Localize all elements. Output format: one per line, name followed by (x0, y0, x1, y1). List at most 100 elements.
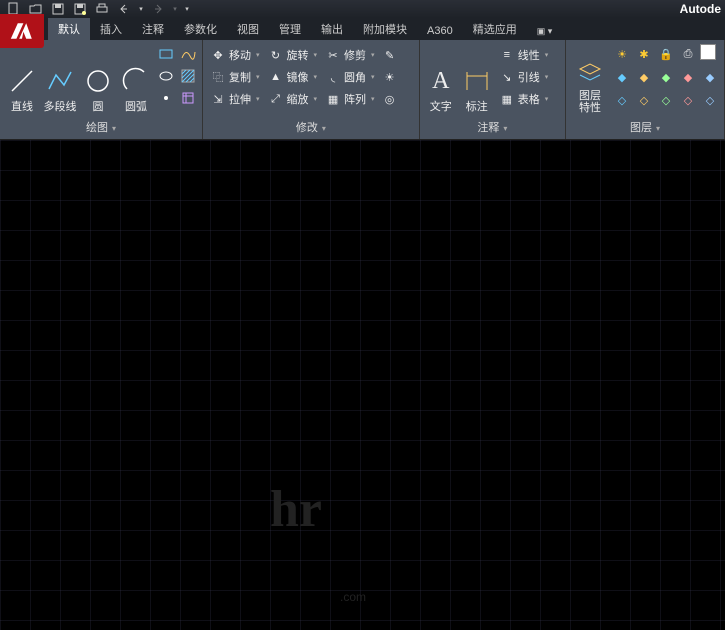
ribbon: 直线 多段线 圆 圆弧 绘图 ✥移动 ↻旋转 ✂修剪 ✎ ⿻复制 (0, 40, 725, 140)
layer-sm5-icon[interactable]: ◆ (700, 67, 720, 87)
text-icon: A (426, 66, 456, 96)
tab-featured[interactable]: 精选应用 (463, 18, 527, 40)
layer-sm6-icon[interactable]: ◇ (612, 90, 632, 110)
explode-icon[interactable]: ☀ (380, 67, 400, 87)
layer-sm3-icon[interactable]: ◆ (656, 67, 676, 87)
rectangle-icon[interactable] (156, 44, 176, 64)
layer-sm1-icon[interactable]: ◆ (612, 67, 632, 87)
leader-button[interactable]: ↘引线 (496, 66, 552, 88)
color-swatch[interactable] (700, 44, 716, 60)
layer-sm7-icon[interactable]: ◇ (634, 90, 654, 110)
stretch-button[interactable]: ⇲拉伸 (207, 88, 263, 110)
panel-draw-title[interactable]: 绘图 (2, 117, 200, 137)
line-label: 直线 (11, 98, 33, 114)
lock-icon[interactable]: 🔒 (656, 44, 676, 64)
circle-button[interactable]: 圆 (80, 44, 116, 114)
layer-props-icon (575, 58, 605, 88)
circle-icon (83, 66, 113, 96)
arc-label: 圆弧 (125, 98, 147, 114)
trim-button[interactable]: ✂修剪 (322, 44, 378, 66)
region-icon[interactable] (178, 88, 198, 108)
watermark-logo: hr (270, 480, 322, 539)
panel-draw: 直线 多段线 圆 圆弧 绘图 (0, 40, 203, 139)
mirror-icon: ▲ (268, 69, 284, 85)
table-icon: ▦ (499, 91, 515, 107)
polyline-icon (45, 66, 75, 96)
spline-icon[interactable] (178, 44, 198, 64)
trim-icon: ✂ (325, 47, 341, 63)
tab-output[interactable]: 输出 (311, 18, 353, 40)
qat-saveas-icon[interactable] (70, 1, 90, 17)
qat-print-icon[interactable] (92, 1, 112, 17)
plot-icon[interactable]: ⎙ (678, 44, 698, 64)
qat-redo-icon[interactable] (148, 1, 168, 17)
table-button[interactable]: ▦表格 (496, 88, 552, 110)
watermark-sub: .com (340, 590, 366, 604)
ribbon-tabs: 默认 插入 注释 参数化 视图 管理 输出 附加模块 A360 精选应用 ▣ ▾ (0, 18, 725, 40)
polyline-button[interactable]: 多段线 (42, 44, 78, 114)
linetype-icon: ≡ (499, 47, 515, 63)
layer-sm2-icon[interactable]: ◆ (634, 67, 654, 87)
sun-icon[interactable]: ✱ (634, 44, 654, 64)
polygon-shape (0, 140, 300, 290)
tab-parametric[interactable]: 参数化 (174, 18, 227, 40)
leader-icon: ↘ (499, 69, 515, 85)
tab-a360[interactable]: A360 (417, 22, 463, 40)
scale-button[interactable]: ⤢缩放 (265, 88, 321, 110)
hatch-icon[interactable] (178, 66, 198, 86)
arc-button[interactable]: 圆弧 (118, 44, 154, 114)
qat-save-icon[interactable] (48, 1, 68, 17)
layer-props-button[interactable]: 图层 特性 (570, 44, 610, 114)
ellipse-icon[interactable] (156, 66, 176, 86)
layer-sm8-icon[interactable]: ◇ (656, 90, 676, 110)
rotate-button[interactable]: ↻旋转 (265, 44, 321, 66)
dim-button[interactable]: 标注 (460, 44, 494, 114)
offset-icon[interactable]: ◎ (380, 89, 400, 109)
tab-default[interactable]: 默认 (48, 18, 90, 40)
arc-icon (121, 66, 151, 96)
drawing-canvas[interactable]: hr .com (0, 140, 725, 630)
qat-redo-dd-icon[interactable]: ▾ (170, 1, 180, 17)
panel-layers-title[interactable]: 图层 (568, 117, 722, 137)
tab-annotate[interactable]: 注释 (132, 18, 174, 40)
move-button[interactable]: ✥移动 (207, 44, 263, 66)
copy-button[interactable]: ⿻复制 (207, 66, 263, 88)
dim-icon (462, 66, 492, 96)
tab-overflow-icon[interactable]: ▣ ▾ (527, 23, 563, 40)
mirror-button[interactable]: ▲镜像 (265, 66, 321, 88)
panel-modify: ✥移动 ↻旋转 ✂修剪 ✎ ⿻复制 ▲镜像 ◟圆角 ☀ ⇲拉伸 ⤢缩放 ▦阵列 … (203, 40, 420, 139)
erase-icon[interactable]: ✎ (380, 45, 400, 65)
tab-manage[interactable]: 管理 (269, 18, 311, 40)
panel-layers: 图层 特性 ☀ ✱ 🔒 ⎙ ◆ ◆ ◆ ◆ ◆ ◇ (566, 40, 725, 139)
point-icon[interactable] (156, 88, 176, 108)
array-icon: ▦ (325, 91, 341, 107)
qat-undo-dd-icon[interactable]: ▾ (136, 1, 146, 17)
scale-icon: ⤢ (268, 91, 284, 107)
panel-annot-title[interactable]: 注释 (422, 117, 563, 137)
line-button[interactable]: 直线 (4, 44, 40, 114)
layer-sm9-icon[interactable]: ◇ (678, 90, 698, 110)
linetype-button[interactable]: ≡线性 (496, 44, 552, 66)
fillet-icon: ◟ (325, 69, 341, 85)
qat-more-icon[interactable]: ▾ (182, 1, 192, 17)
layer-sm4-icon[interactable]: ◆ (678, 67, 698, 87)
panel-annotation: A文字 标注 ≡线性 ↘引线 ▦表格 注释 (420, 40, 566, 139)
text-button[interactable]: A文字 (424, 44, 458, 114)
qat-undo-icon[interactable] (114, 1, 134, 17)
panel-modify-title[interactable]: 修改 (205, 117, 417, 137)
polyline-label: 多段线 (44, 98, 77, 114)
stretch-icon: ⇲ (210, 91, 226, 107)
bulb-icon[interactable]: ☀ (612, 44, 632, 64)
layer-sm10-icon[interactable]: ◇ (700, 90, 720, 110)
move-icon: ✥ (210, 47, 226, 63)
rotate-icon: ↻ (268, 47, 284, 63)
fillet-button[interactable]: ◟圆角 (322, 66, 378, 88)
app-brand: Autode (680, 2, 721, 16)
circle-label: 圆 (93, 98, 104, 114)
app-menu-button[interactable] (0, 14, 44, 48)
array-button[interactable]: ▦阵列 (322, 88, 378, 110)
tab-insert[interactable]: 插入 (90, 18, 132, 40)
copy-icon: ⿻ (210, 69, 226, 85)
tab-addins[interactable]: 附加模块 (353, 18, 417, 40)
tab-view[interactable]: 视图 (227, 18, 269, 40)
